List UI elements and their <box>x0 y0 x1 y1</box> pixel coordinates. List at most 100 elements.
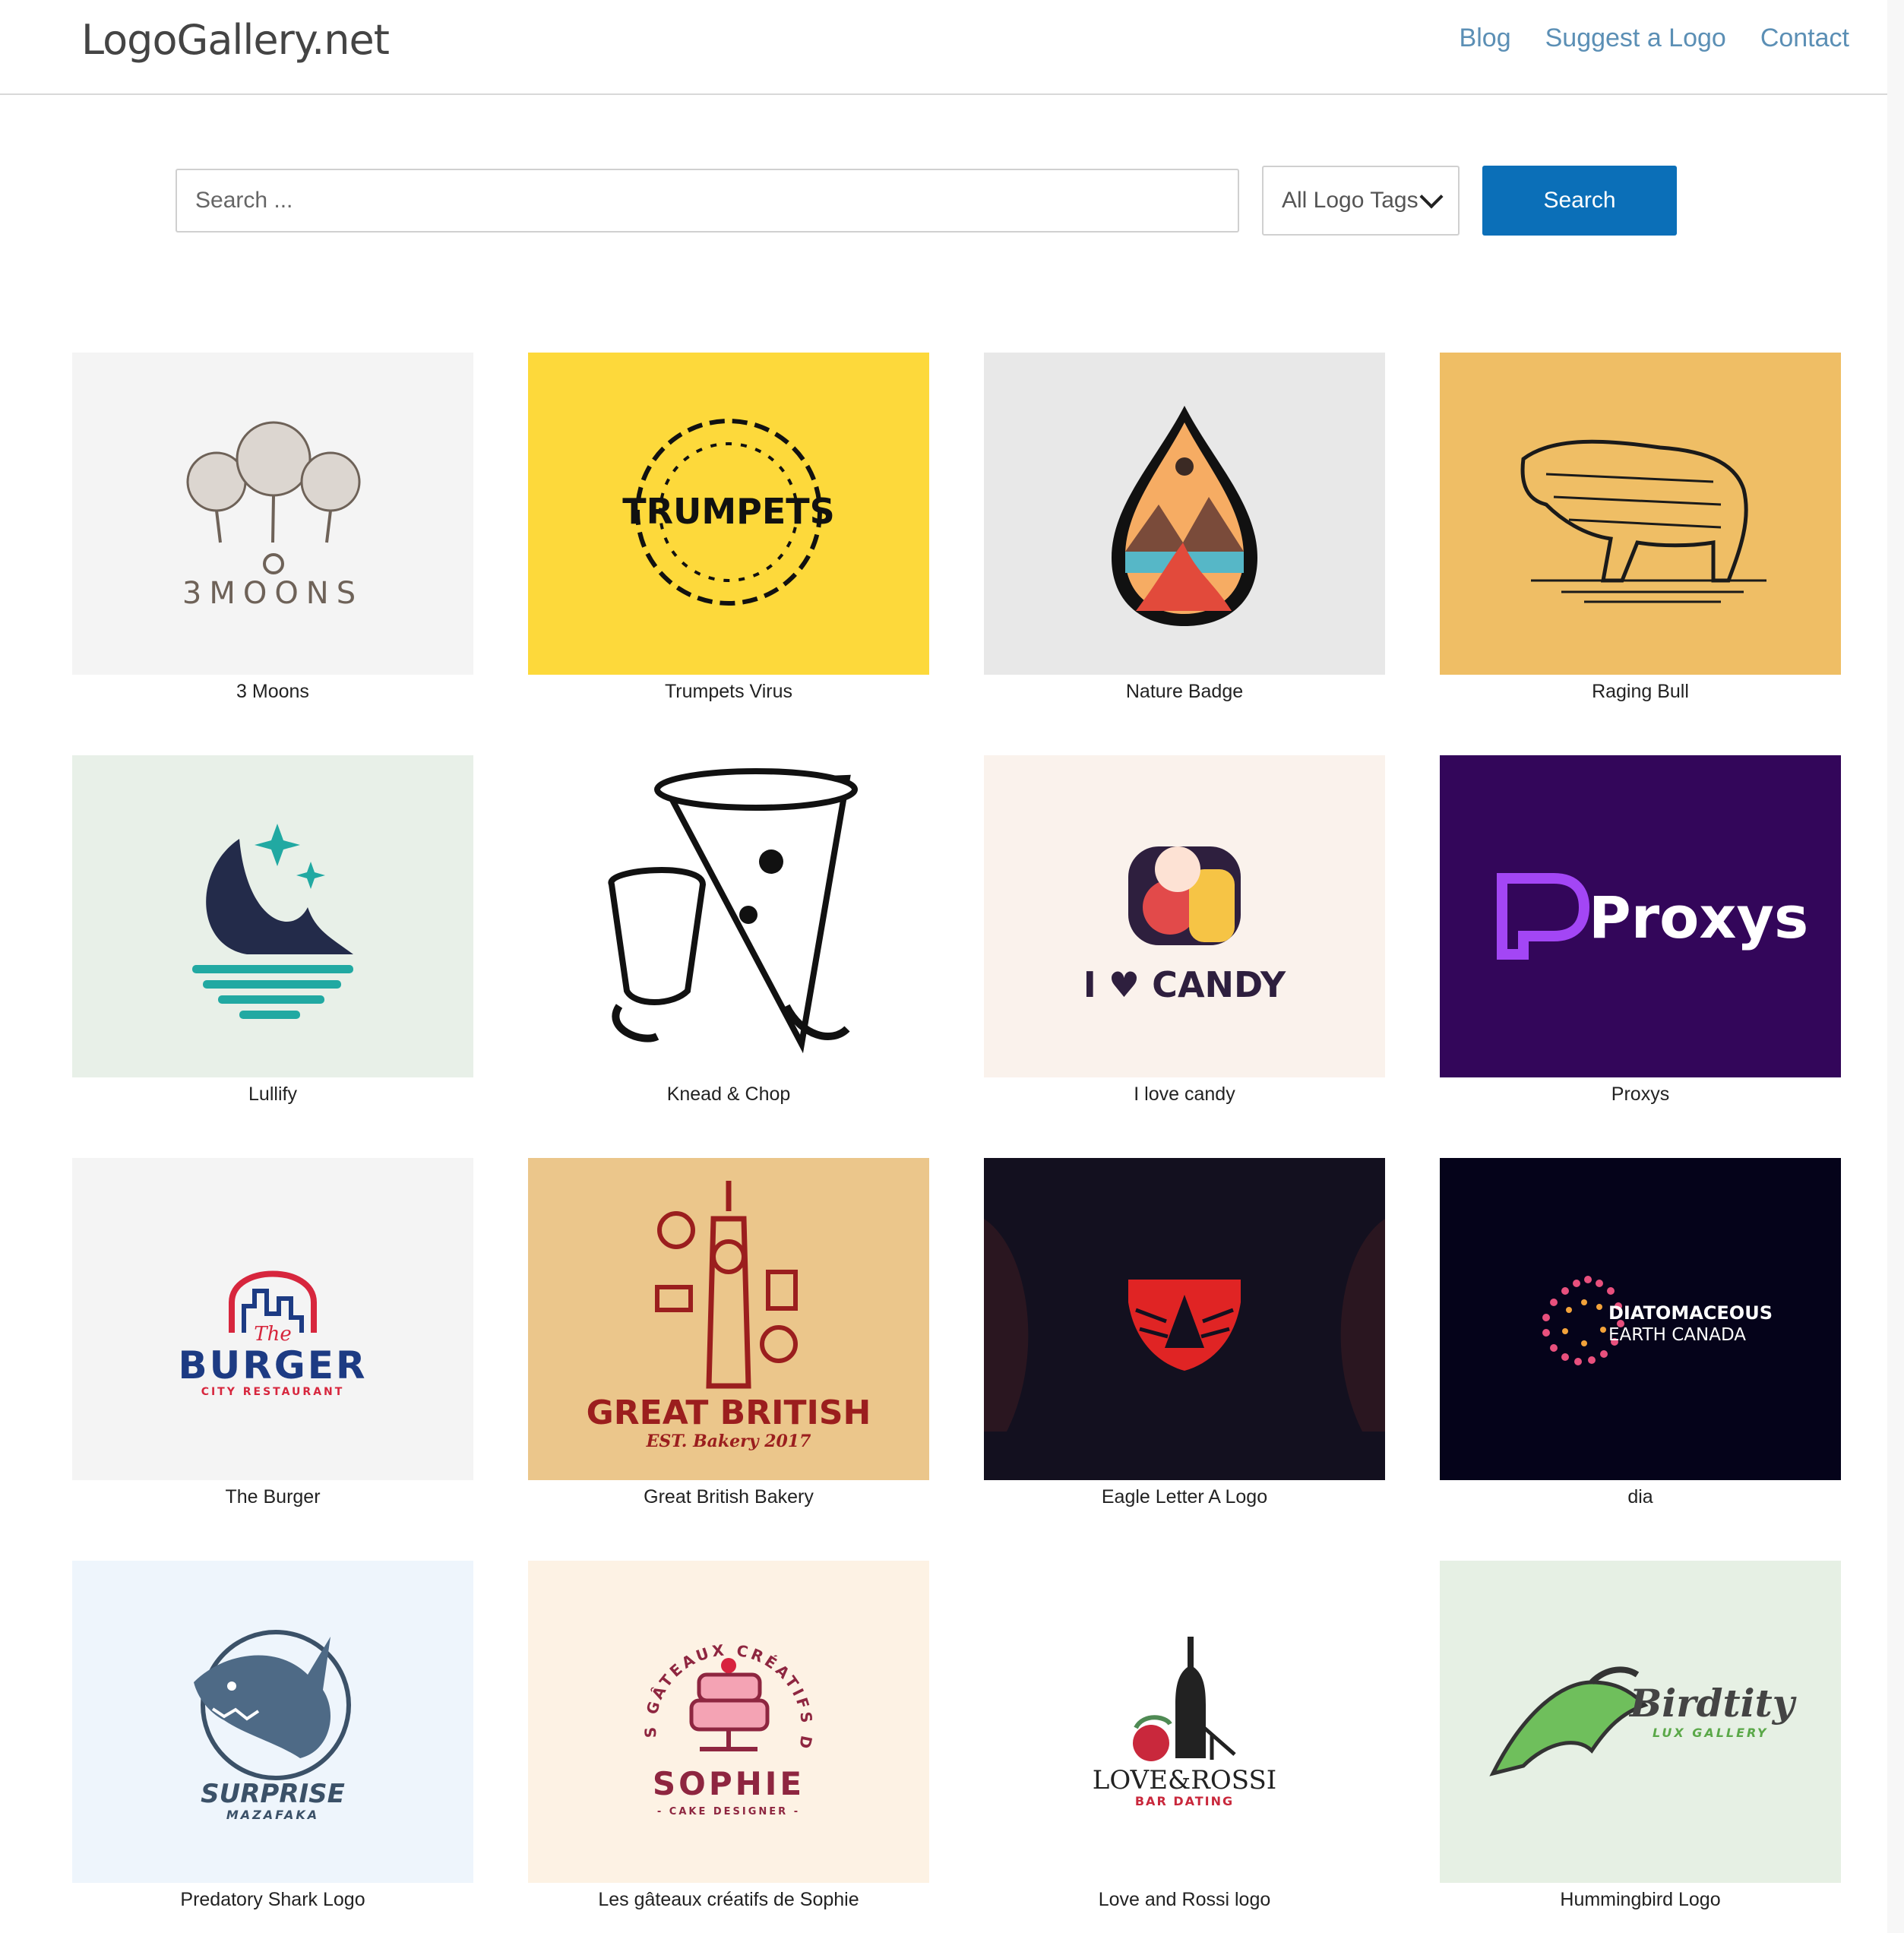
sophie-logo-art-text: SOPHIE <box>653 1765 805 1802</box>
raging-bull-logo-image <box>1520 439 1766 603</box>
logo-thumbnail[interactable]: 3MOONS <box>72 353 473 675</box>
dia-logo-sub-text: EARTH CANADA <box>1608 1325 1746 1345</box>
burger-logo-art-text: BURGER <box>179 1343 368 1387</box>
site-header: LogoGallery.net Blog Suggest a Logo Cont… <box>0 0 1887 95</box>
logo-tags-select[interactable]: All Logo Tags <box>1262 166 1460 236</box>
logo-thumbnail[interactable]: LES GÂTEAUX CRÉATIFS DE SOPHIE - CAKE DE… <box>528 1561 929 1883</box>
search-input[interactable] <box>176 169 1239 233</box>
logo-title[interactable]: Hummingbird Logo <box>1440 1886 1841 1913</box>
logo-thumbnail[interactable]: LOVE&ROSSI BAR DATING <box>984 1561 1385 1883</box>
logo-card[interactable]: DIATOMACEOUS EARTH CANADA dia <box>1440 1158 1841 1561</box>
logo-card[interactable]: SURPRISE MAZAFAKA Predatory Shark Logo <box>72 1561 473 1933</box>
logo-thumbnail[interactable]: Birdtity LUX GALLERY <box>1440 1561 1841 1883</box>
proxys-logo-image: Proxys <box>1497 873 1808 960</box>
dia-logo-art-text: DIATOMACEOUS <box>1608 1302 1773 1324</box>
bakery-logo-art-text: GREAT BRITISH <box>587 1394 871 1432</box>
logo-thumbnail[interactable]: The BURGER CITY RESTAURANT <box>72 1158 473 1480</box>
moons-logo-image: 3MOONS <box>182 421 363 611</box>
logo-thumbnail[interactable] <box>1440 353 1841 675</box>
logo-card[interactable]: TRUMPETS Trumpets Virus <box>528 353 929 755</box>
logo-thumbnail[interactable] <box>72 755 473 1077</box>
nav-suggest-logo-link[interactable]: Suggest a Logo <box>1545 18 1726 58</box>
logo-title[interactable]: Les gâteaux créatifs de Sophie <box>528 1886 929 1913</box>
logo-thumbnail[interactable] <box>528 755 929 1077</box>
sophie-logo-image: LES GÂTEAUX CRÉATIFS DE SOPHIE - CAKE DE… <box>528 1561 816 1818</box>
moons-logo-art-text: 3MOONS <box>182 576 363 611</box>
shark-logo-image: SURPRISE MAZAFAKA <box>194 1630 351 1822</box>
hummingbird-logo-image: Birdtity LUX GALLERY <box>1489 1666 1797 1776</box>
logo-thumbnail[interactable] <box>984 1158 1385 1480</box>
logo-card[interactable]: LES GÂTEAUX CRÉATIFS DE SOPHIE - CAKE DE… <box>528 1561 929 1933</box>
search-bar: All Logo Tags Search <box>176 166 1677 236</box>
burger-logo-image: The BURGER CITY RESTAURANT <box>179 1270 368 1398</box>
main-nav: Blog Suggest a Logo Contact <box>1460 18 1849 58</box>
logo-title[interactable]: 3 Moons <box>72 678 473 705</box>
logo-title[interactable]: Lullify <box>72 1080 473 1108</box>
shark-logo-art-text: SURPRISE <box>201 1779 345 1809</box>
logo-title[interactable]: Predatory Shark Logo <box>72 1886 473 1913</box>
nav-blog-link[interactable]: Blog <box>1460 18 1511 58</box>
dia-logo-image: DIATOMACEOUS EARTH CANADA <box>1542 1276 1773 1365</box>
logo-thumbnail[interactable] <box>984 353 1385 675</box>
logo-card[interactable]: Raging Bull <box>1440 353 1841 755</box>
logo-card[interactable]: LOVE&ROSSI BAR DATING Love and Rossi log… <box>984 1561 1385 1933</box>
logo-thumbnail[interactable]: Proxys <box>1440 755 1841 1077</box>
logo-card[interactable]: Lullify <box>72 755 473 1158</box>
logo-thumbnail[interactable]: GREAT BRITISH EST. Bakery 2017 <box>528 1158 929 1480</box>
logo-title[interactable]: Proxys <box>1440 1080 1841 1108</box>
logo-title[interactable]: Eagle Letter A Logo <box>984 1483 1385 1511</box>
proxys-logo-art-text: Proxys <box>1589 884 1808 951</box>
burger-logo-sub-text: CITY RESTAURANT <box>201 1386 345 1398</box>
scrollbar-gutter[interactable] <box>1887 0 1904 1933</box>
hummingbird-logo-art-text: Birdtity <box>1628 1681 1797 1726</box>
love-rossi-logo-sub-text: BAR DATING <box>1135 1794 1234 1808</box>
logo-title[interactable]: I love candy <box>984 1080 1385 1108</box>
site-logo[interactable]: LogoGallery.net <box>81 14 390 67</box>
logo-card[interactable]: Knead & Chop <box>528 755 929 1158</box>
logo-thumbnail[interactable]: I ♥ CANDY <box>984 755 1385 1077</box>
nature-badge-logo-image <box>1112 406 1257 626</box>
love-rossi-logo-art-text: LOVE&ROSSI <box>1093 1765 1276 1795</box>
logo-card[interactable]: 3MOONS 3 Moons <box>72 353 473 755</box>
logo-title[interactable]: dia <box>1440 1483 1841 1511</box>
hummingbird-logo-sub-text: LUX GALLERY <box>1653 1726 1769 1740</box>
logo-grid: 3MOONS 3 Moons TRUMPETS Trumpets Virus N… <box>72 353 1841 1933</box>
logo-card[interactable]: I ♥ CANDY I love candy <box>984 755 1385 1158</box>
shark-logo-sub-text: MAZAFAKA <box>226 1808 319 1822</box>
knead-chop-logo-image <box>608 768 858 1054</box>
nav-contact-link[interactable]: Contact <box>1760 18 1849 58</box>
chevron-down-icon <box>1419 185 1444 209</box>
logo-title[interactable]: The Burger <box>72 1483 473 1511</box>
logo-thumbnail[interactable]: DIATOMACEOUS EARTH CANADA <box>1440 1158 1841 1480</box>
logo-title[interactable]: Love and Rossi logo <box>984 1886 1385 1913</box>
svg-text:LES GÂTEAUX CRÉATIFS DE: LES GÂTEAUX CRÉATIFS DE <box>528 1561 816 1753</box>
logo-title[interactable]: Nature Badge <box>984 678 1385 705</box>
logo-title[interactable]: Great British Bakery <box>528 1483 929 1511</box>
logo-title[interactable]: Knead & Chop <box>528 1080 929 1108</box>
logo-title[interactable]: Trumpets Virus <box>528 678 929 705</box>
bakery-logo-sub-text: EST. Bakery 2017 <box>646 1432 812 1451</box>
logo-card[interactable]: The BURGER CITY RESTAURANT The Burger <box>72 1158 473 1561</box>
burger-logo-top-text: The <box>254 1323 291 1346</box>
logo-title[interactable]: Raging Bull <box>1440 678 1841 705</box>
logo-card[interactable]: Nature Badge <box>984 353 1385 755</box>
great-british-bakery-logo-image: GREAT BRITISH EST. Bakery 2017 <box>587 1181 871 1451</box>
love-rossi-logo-image: LOVE&ROSSI BAR DATING <box>1093 1637 1276 1808</box>
sophie-logo-sub-text: - CAKE DESIGNER - <box>657 1806 800 1818</box>
logo-card[interactable]: Eagle Letter A Logo <box>984 1158 1385 1561</box>
logo-thumbnail[interactable]: SURPRISE MAZAFAKA <box>72 1561 473 1883</box>
logo-tags-selected-value: All Logo Tags <box>1282 188 1419 213</box>
logo-card[interactable]: Proxys Proxys <box>1440 755 1841 1158</box>
search-button[interactable]: Search <box>1482 166 1677 236</box>
i-love-candy-logo-image: I ♥ CANDY <box>1083 846 1286 1005</box>
logo-thumbnail[interactable]: TRUMPETS <box>528 353 929 675</box>
candy-logo-art-text: I ♥ CANDY <box>1083 964 1286 1005</box>
trumpets-logo-image: TRUMPETS <box>622 419 835 606</box>
page: LogoGallery.net Blog Suggest a Logo Cont… <box>0 0 1904 1933</box>
trumpets-logo-art-text: TRUMPETS <box>622 491 835 532</box>
sophie-logo-top-text: LES GÂTEAUX CRÉATIFS DE <box>528 1561 813 1753</box>
eagle-letter-a-logo-image <box>984 1219 1385 1432</box>
logo-card[interactable]: GREAT BRITISH EST. Bakery 2017 Great Bri… <box>528 1158 929 1561</box>
logo-card[interactable]: Birdtity LUX GALLERY Hummingbird Logo <box>1440 1561 1841 1933</box>
lullify-logo-image <box>192 824 353 1019</box>
